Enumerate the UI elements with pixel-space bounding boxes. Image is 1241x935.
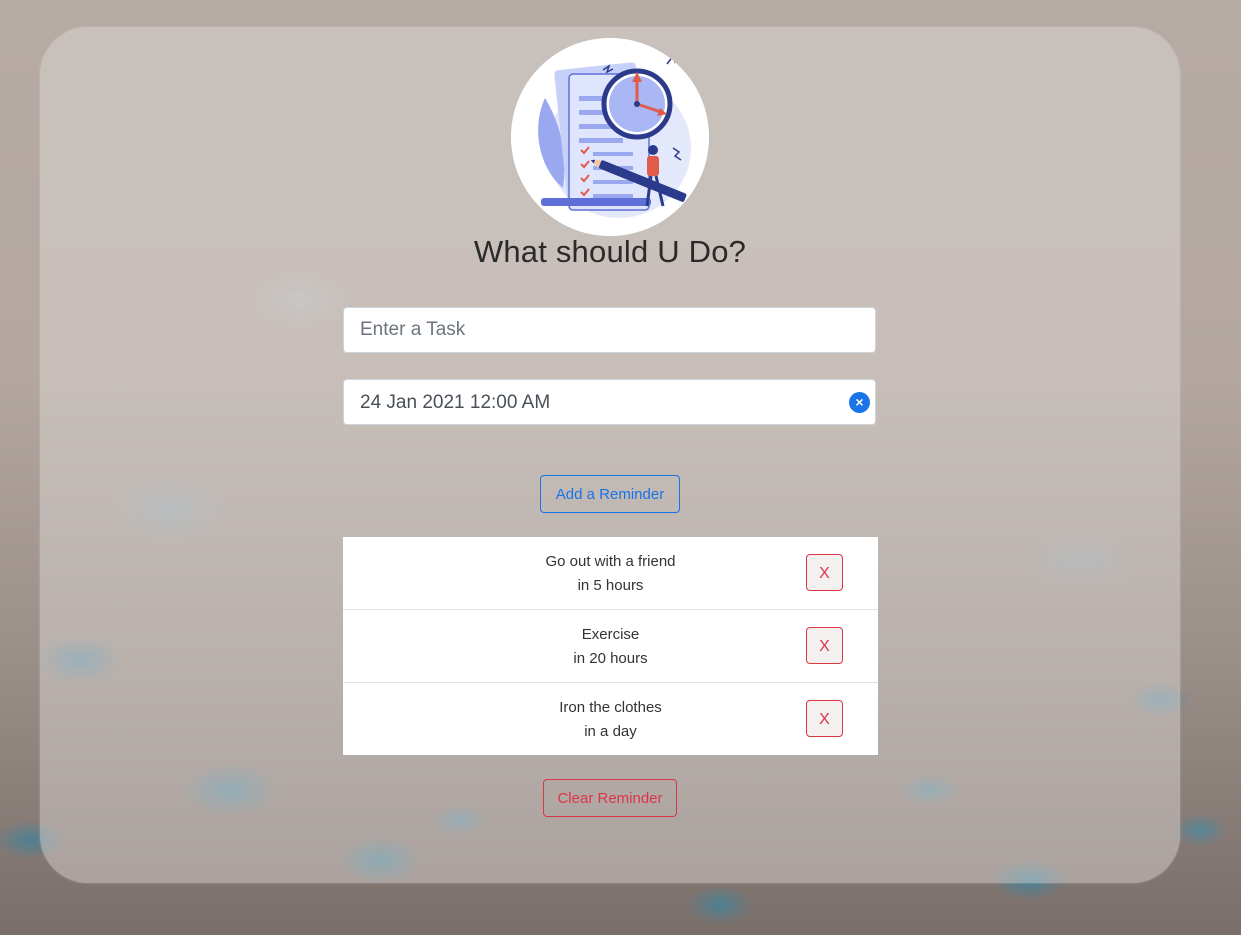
clear-reminders-button[interactable]: Clear Reminder	[543, 779, 677, 817]
reminder-text: Exercise in 20 hours	[343, 623, 878, 671]
list-item: Iron the clothes in a day X	[343, 683, 878, 755]
page-title: What should U Do?	[473, 234, 747, 269]
reminder-time: in a day	[584, 723, 637, 740]
list-item: Exercise in 20 hours X	[343, 610, 878, 683]
reminder-time: in 5 hours	[577, 577, 644, 594]
task-field[interactable]	[343, 307, 876, 353]
datetime-field[interactable]: 24 Jan 2021 12:00 AM ×	[343, 379, 876, 425]
reminder-text: Iron the clothes in a day	[343, 696, 878, 744]
add-reminder-button[interactable]: Add a Reminder	[540, 475, 680, 513]
list-item: Go out with a friend in 5 hours X	[343, 537, 878, 610]
app-logo	[511, 38, 709, 236]
reminder-title: Go out with a friend	[545, 553, 676, 570]
clear-date-icon[interactable]: ×	[849, 392, 870, 413]
delete-reminder-button[interactable]: X	[806, 554, 843, 591]
task-input[interactable]	[344, 308, 875, 352]
reminder-text: Go out with a friend in 5 hours	[343, 550, 878, 598]
reminder-title: Exercise	[581, 626, 640, 643]
datetime-value[interactable]: 24 Jan 2021 12:00 AM	[360, 392, 550, 414]
reminder-time: in 20 hours	[573, 650, 648, 667]
reminder-title: Iron the clothes	[559, 699, 662, 716]
delete-reminder-button[interactable]: X	[806, 627, 843, 664]
delete-reminder-button[interactable]: X	[806, 700, 843, 737]
task-clock-illustration-icon	[511, 38, 709, 236]
reminder-list: Go out with a friend in 5 hours X Exerci…	[343, 537, 878, 755]
